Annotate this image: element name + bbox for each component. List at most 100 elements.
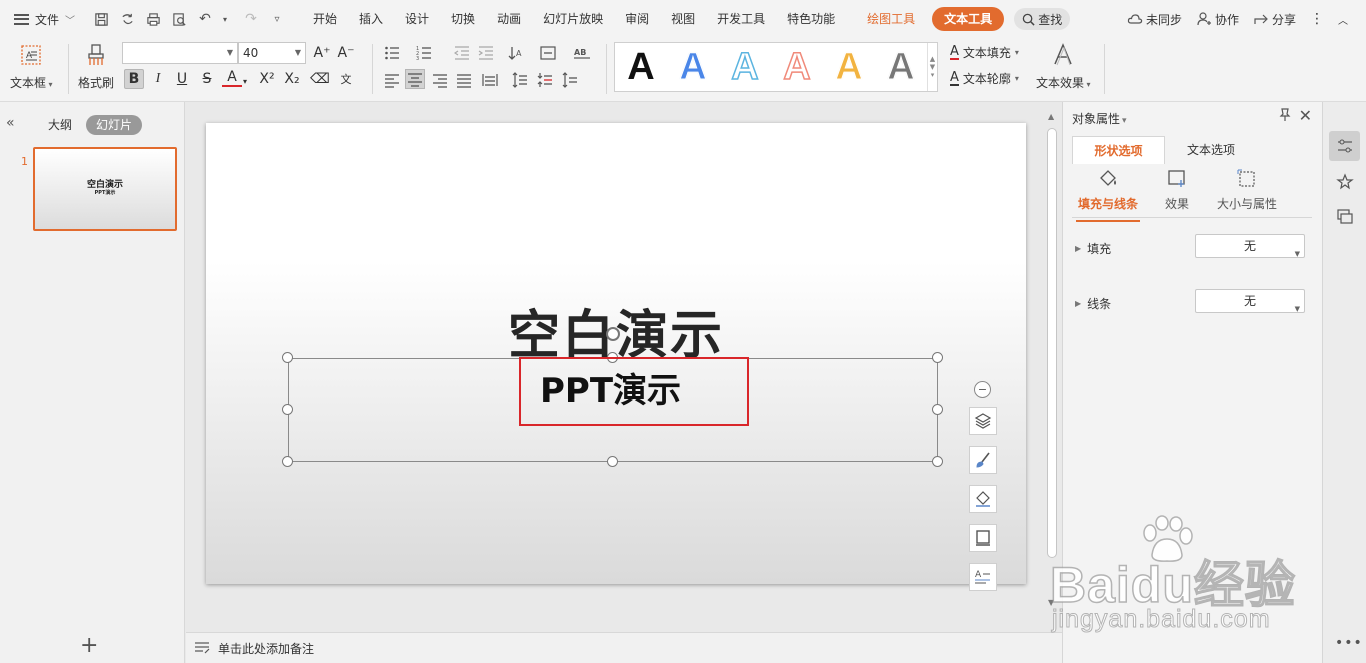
resize-handle-top-left[interactable] bbox=[282, 352, 293, 363]
bullet-list-icon[interactable] bbox=[382, 43, 402, 63]
line-select[interactable]: 无 ▼ bbox=[1195, 289, 1305, 313]
print-preview-icon[interactable] bbox=[168, 8, 190, 30]
paragraph-spacing-icon[interactable] bbox=[535, 70, 555, 90]
decrease-font-icon[interactable]: A⁻ bbox=[336, 43, 356, 63]
slide-thumbnail[interactable]: 空白演示 PPT演示 bbox=[33, 147, 177, 231]
tab-transition[interactable]: 切换 bbox=[440, 7, 486, 31]
font-size-combo[interactable]: 40 ▼ bbox=[238, 42, 306, 64]
align-left-icon[interactable] bbox=[382, 70, 402, 90]
scroll-down-icon[interactable]: ▼ bbox=[1048, 598, 1054, 607]
scrollbar-thumb[interactable] bbox=[1047, 128, 1057, 558]
slide-canvas[interactable]: 空白演示 PPT演示 − bbox=[206, 123, 1026, 591]
layers-button[interactable] bbox=[969, 407, 997, 435]
search-button[interactable]: 查找 bbox=[1014, 8, 1071, 30]
pin-icon[interactable] bbox=[1278, 108, 1292, 126]
scroll-up-icon[interactable]: ▲ bbox=[1048, 112, 1054, 121]
resize-handle-right[interactable] bbox=[932, 404, 943, 415]
text-direction-icon[interactable]: A bbox=[506, 43, 526, 63]
collapse-toolbar-icon[interactable]: − bbox=[974, 381, 991, 398]
tab-text-options[interactable]: 文本选项 bbox=[1165, 136, 1257, 164]
wordart-style-light-blue-outline[interactable]: A bbox=[725, 46, 765, 88]
tab-slideshow[interactable]: 幻灯片放映 bbox=[532, 7, 614, 31]
tab-view[interactable]: 视图 bbox=[660, 7, 706, 31]
tab-home[interactable]: 开始 bbox=[302, 7, 348, 31]
rotate-handle-icon[interactable] bbox=[606, 327, 620, 341]
collapse-ribbon-icon[interactable]: ︿ bbox=[1338, 12, 1348, 27]
subtab-effects[interactable]: 效果 bbox=[1165, 168, 1189, 212]
textbox-button[interactable]: A 文本框 ▾ bbox=[10, 42, 53, 91]
fill-select[interactable]: 无 ▼ bbox=[1195, 234, 1305, 258]
paragraph-spacing-dropdown-icon[interactable] bbox=[560, 70, 580, 90]
properties-pane-button[interactable] bbox=[1329, 131, 1360, 161]
align-right-icon[interactable] bbox=[430, 70, 450, 90]
font-color-icon[interactable]: A bbox=[222, 69, 242, 87]
wordart-style-pink-outline[interactable]: A bbox=[777, 46, 817, 88]
numbered-list-icon[interactable]: 123 bbox=[414, 43, 434, 63]
undo-dropdown-icon[interactable]: ▾ bbox=[214, 8, 236, 30]
resize-handle-bottom[interactable] bbox=[607, 456, 618, 467]
line-spacing-icon[interactable] bbox=[510, 70, 530, 90]
align-text-icon[interactable] bbox=[538, 43, 558, 63]
slide-subtitle[interactable]: PPT演示 bbox=[540, 363, 681, 412]
subtab-size-and-properties[interactable]: 大小与属性 bbox=[1217, 168, 1277, 212]
clear-format-icon[interactable]: ⌫ bbox=[310, 69, 330, 89]
shape-style-button[interactable] bbox=[969, 446, 997, 474]
redo-icon[interactable]: ↷ bbox=[240, 8, 262, 30]
text-fill-button[interactable]: A 文本填充 ▾ bbox=[950, 44, 1019, 61]
resize-handle-top-right[interactable] bbox=[932, 352, 943, 363]
font-name-combo[interactable]: ▼ bbox=[122, 42, 238, 64]
collapse-panel-icon[interactable]: « bbox=[6, 115, 15, 131]
format-painter-button[interactable]: 格式刷 bbox=[78, 42, 114, 91]
wordart-style-gold[interactable]: A bbox=[829, 47, 869, 88]
fill-section-toggle[interactable]: ▶ 填充 bbox=[1075, 240, 1111, 257]
shape-fill-button[interactable] bbox=[969, 485, 997, 513]
chevron-down-icon[interactable]: ▾ bbox=[240, 71, 250, 91]
convert-to-smartart-icon[interactable]: AB bbox=[572, 43, 592, 63]
tab-shape-options[interactable]: 形状选项 bbox=[1072, 136, 1165, 164]
align-center-icon[interactable] bbox=[405, 69, 425, 89]
text-effects-button[interactable]: 文本效果 ▾ bbox=[1036, 42, 1091, 91]
add-slide-icon[interactable]: + bbox=[80, 635, 98, 657]
resize-handle-bottom-left[interactable] bbox=[282, 456, 293, 467]
notes-bar[interactable]: 单击此处添加备注 bbox=[186, 632, 1062, 663]
print-icon[interactable] bbox=[142, 8, 164, 30]
wordart-style-gray[interactable]: A bbox=[881, 47, 921, 88]
resize-handle-left[interactable] bbox=[282, 404, 293, 415]
more-icon[interactable]: ••• bbox=[1335, 635, 1363, 651]
shape-outline-button[interactable] bbox=[969, 524, 997, 552]
resize-handle-bottom-right[interactable] bbox=[932, 456, 943, 467]
text-outline-button[interactable]: A 文本轮廓 ▾ bbox=[950, 70, 1019, 87]
tab-slides[interactable]: 幻灯片 bbox=[86, 115, 143, 135]
phonetic-guide-icon[interactable]: 文 bbox=[336, 69, 356, 89]
slide-switch-button[interactable] bbox=[1329, 202, 1360, 232]
tab-special-features[interactable]: 特色功能 bbox=[776, 7, 846, 31]
gallery-scroller[interactable]: ▲ ▼ ▾ bbox=[927, 43, 937, 91]
decrease-indent-icon[interactable] bbox=[452, 43, 472, 63]
more-options-icon[interactable]: ⋮ bbox=[1310, 11, 1324, 27]
superscript-icon[interactable]: X² bbox=[257, 69, 277, 89]
customize-toolbar-icon[interactable]: ▿ bbox=[266, 8, 288, 30]
share-button[interactable]: 分享 bbox=[1253, 11, 1296, 28]
distribute-icon[interactable] bbox=[480, 70, 500, 90]
tab-outline[interactable]: 大纲 bbox=[38, 115, 82, 135]
bold-icon[interactable]: B bbox=[124, 69, 144, 89]
properties-title-dropdown[interactable]: 对象属性 ▾ bbox=[1072, 110, 1127, 127]
tab-text-tools[interactable]: 文本工具 bbox=[932, 7, 1005, 31]
tab-drawing-tools[interactable]: 绘图工具 bbox=[856, 7, 926, 31]
increase-indent-icon[interactable] bbox=[476, 43, 496, 63]
close-icon[interactable]: ✕ bbox=[1299, 106, 1312, 125]
save-icon[interactable] bbox=[90, 8, 112, 30]
italic-icon[interactable]: I bbox=[148, 69, 168, 89]
tab-insert[interactable]: 插入 bbox=[348, 7, 394, 31]
tab-developer[interactable]: 开发工具 bbox=[706, 7, 776, 31]
animation-pane-button[interactable] bbox=[1329, 167, 1360, 197]
file-menu[interactable]: 文件 ﹀ bbox=[0, 11, 86, 28]
undo-icon[interactable]: ↶ bbox=[194, 8, 216, 30]
increase-font-icon[interactable]: A⁺ bbox=[312, 43, 332, 63]
wordart-style-blue[interactable]: A bbox=[673, 47, 713, 88]
tab-review[interactable]: 审阅 bbox=[614, 7, 660, 31]
tab-animation[interactable]: 动画 bbox=[486, 7, 532, 31]
underline-icon[interactable]: U bbox=[172, 69, 192, 89]
text-format-button[interactable]: A bbox=[969, 563, 997, 591]
tab-design[interactable]: 设计 bbox=[394, 7, 440, 31]
